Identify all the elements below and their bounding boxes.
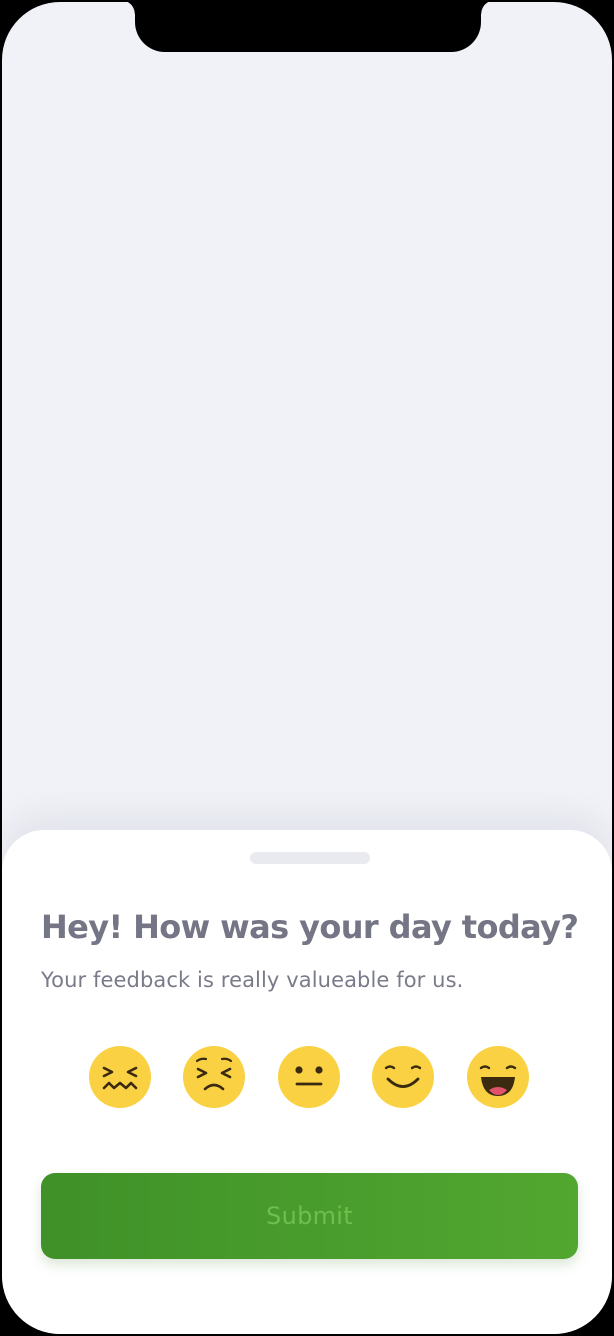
confounded-face-icon [89, 1046, 151, 1108]
smiling-face-icon [372, 1046, 434, 1108]
screen: Hey! How was your day today? Your feedba… [2, 2, 612, 1334]
mood-option-grinning[interactable] [467, 1046, 529, 1108]
sheet-drag-handle[interactable] [250, 852, 370, 864]
sheet-subtitle: Your feedback is really valueable for us… [41, 968, 464, 992]
neutral-face-icon [278, 1046, 340, 1108]
submit-button[interactable]: Submit [41, 1173, 578, 1259]
mood-option-confounded[interactable] [89, 1046, 151, 1108]
device-frame: Hey! How was your day today? Your feedba… [0, 0, 614, 1336]
persevering-face-icon [183, 1046, 245, 1108]
grinning-face-icon [467, 1046, 529, 1108]
mood-option-smiling[interactable] [372, 1046, 434, 1108]
feedback-bottom-sheet: Hey! How was your day today? Your feedba… [2, 830, 612, 1334]
device-notch [121, 2, 495, 52]
mood-option-neutral[interactable] [278, 1046, 340, 1108]
sheet-title: Hey! How was your day today? [41, 908, 579, 946]
mood-option-persevering[interactable] [183, 1046, 245, 1108]
mood-selector [89, 1046, 531, 1110]
